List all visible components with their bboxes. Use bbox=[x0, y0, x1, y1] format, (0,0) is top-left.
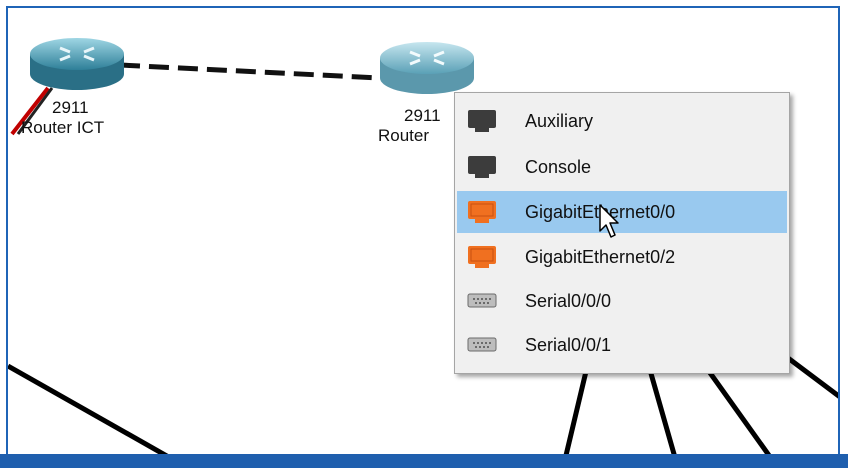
menu-item-label: Serial0/0/1 bbox=[525, 334, 612, 355]
serial-port-icon bbox=[467, 337, 497, 352]
mouse-pointer-icon bbox=[599, 204, 619, 238]
menu-item-auxiliary[interactable]: Auxiliary bbox=[457, 103, 787, 139]
serial-port-icon bbox=[467, 293, 497, 308]
menu-item-label: Serial0/0/0 bbox=[525, 290, 612, 311]
ethernet-port-icon bbox=[468, 201, 496, 223]
device-name-label: Router ICT bbox=[21, 118, 105, 137]
link-fan-3[interactable] bbox=[700, 361, 778, 454]
link-lower-left[interactable] bbox=[8, 363, 188, 454]
device-model-label: 2911 bbox=[404, 106, 441, 125]
menu-item-label: Auxiliary bbox=[525, 110, 594, 131]
ethernet-port-icon bbox=[468, 246, 496, 268]
router-icon[interactable] bbox=[376, 40, 478, 98]
topology-workspace[interactable]: 2911 Router ICT 2911 Router Auxiliary Co… bbox=[8, 8, 838, 454]
menu-item-serial0-0-0[interactable]: Serial0/0/0 bbox=[457, 283, 787, 319]
router-icon[interactable] bbox=[26, 36, 128, 94]
menu-item-console[interactable]: Console bbox=[457, 149, 787, 185]
menu-item-label: GigabitEthernet0/2 bbox=[525, 246, 676, 267]
console-port-icon bbox=[468, 156, 496, 178]
menu-item-gigabitethernet0-2[interactable]: GigabitEthernet0/2 bbox=[457, 239, 787, 275]
link-fan-2[interactable] bbox=[645, 362, 678, 454]
menu-item-serial0-0-1[interactable]: Serial0/0/1 bbox=[457, 327, 787, 363]
bottom-bar bbox=[0, 454, 848, 468]
device-name-label: Router bbox=[378, 126, 430, 145]
link-fan-1[interactable] bbox=[563, 362, 591, 454]
device-model-label: 2911 bbox=[52, 98, 89, 117]
menu-item-label: Console bbox=[525, 156, 592, 177]
dashed-link[interactable] bbox=[119, 62, 381, 81]
auxiliary-port-icon bbox=[468, 110, 496, 132]
